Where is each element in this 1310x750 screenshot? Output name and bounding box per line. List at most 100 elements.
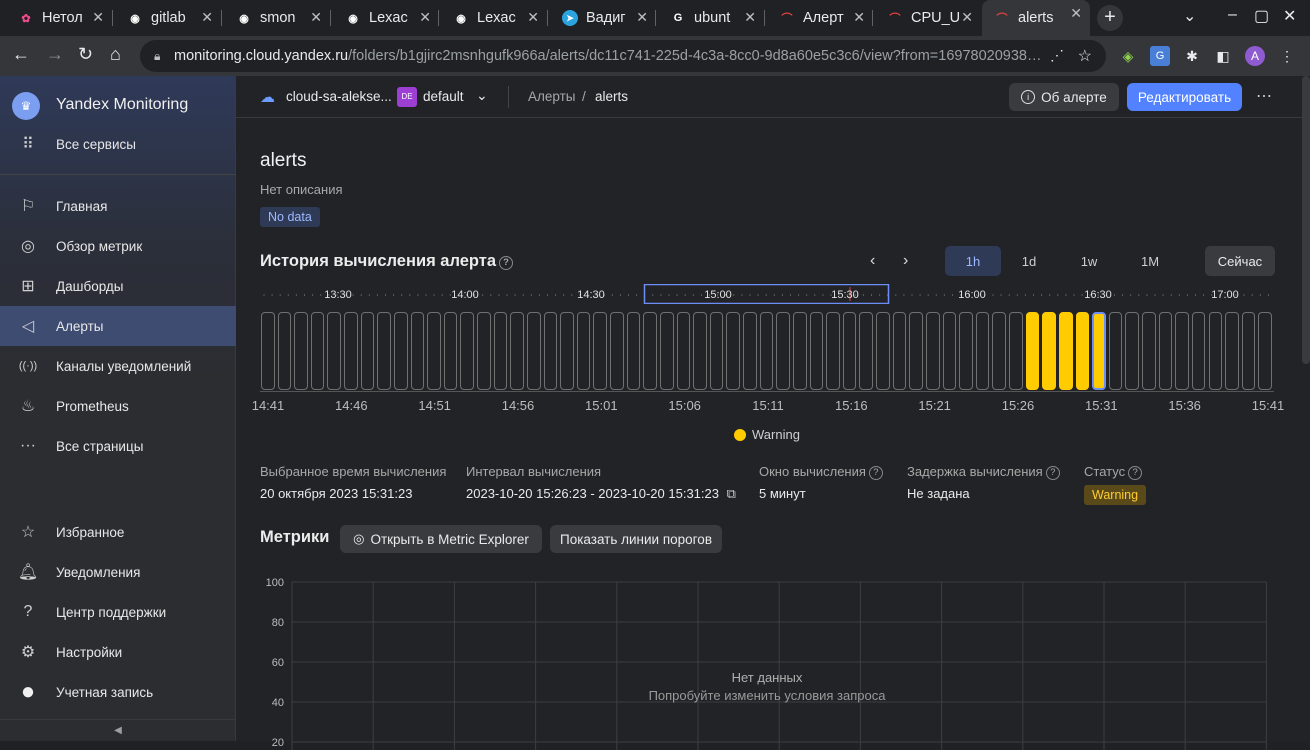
history-bar[interactable] [859, 312, 874, 390]
close-tab-icon[interactable]: ✕ [744, 9, 756, 26]
history-bar[interactable] [1058, 312, 1073, 390]
browser-tab[interactable]: ◉ Lexac ✕ [333, 4, 439, 32]
home-icon[interactable]: ⌂ [110, 44, 121, 65]
history-bar[interactable] [427, 312, 441, 390]
help-icon[interactable]: ? [868, 466, 883, 480]
close-window-icon[interactable]: ✕ [1283, 6, 1296, 26]
history-bar[interactable] [294, 312, 308, 390]
history-bar[interactable] [526, 312, 541, 390]
history-bar[interactable] [826, 312, 840, 390]
browser-tab[interactable]: ◉ gitlab ✕ [115, 4, 221, 32]
range-1w[interactable]: 1w [1061, 246, 1117, 276]
about-alert-button[interactable]: i Об алерте [1009, 83, 1119, 111]
close-tab-icon[interactable]: ✕ [1070, 5, 1082, 22]
sidebar-item[interactable]: ◎ Обзор метрик [0, 226, 236, 266]
history-bar[interactable] [1208, 312, 1223, 390]
sidebar-item[interactable]: ? Центр поддержки [0, 592, 236, 632]
minimize-icon[interactable]: – [1228, 6, 1237, 24]
help-icon[interactable]: ? [499, 256, 514, 270]
history-bar[interactable] [543, 312, 558, 390]
browser-tab[interactable]: ➤ Вадиг ✕ [550, 4, 656, 32]
history-bar[interactable] [393, 312, 408, 390]
history-bar[interactable] [959, 312, 973, 390]
close-tab-icon[interactable]: ✕ [201, 9, 213, 26]
history-bar[interactable] [360, 312, 375, 390]
new-tab-button[interactable]: + [1097, 5, 1123, 31]
history-bar[interactable] [626, 312, 641, 390]
close-tab-icon[interactable]: ✕ [527, 9, 539, 26]
browser-tab[interactable]: ⌒ Алерт ✕ [767, 4, 873, 32]
history-bar[interactable] [693, 312, 707, 390]
sidebar-item[interactable]: 🔔︎ Уведомления [0, 552, 236, 592]
sidebar-item[interactable]: ⚙ Настройки [0, 632, 236, 672]
history-bar[interactable] [576, 312, 591, 390]
history-bar[interactable] [925, 312, 940, 390]
history-bar[interactable] [709, 312, 724, 390]
history-bar[interactable] [1142, 312, 1156, 390]
cloud-selector[interactable]: cloud-sa-alekse... [286, 89, 392, 104]
history-bar[interactable] [327, 312, 342, 390]
history-bar[interactable] [593, 312, 608, 390]
range-1d[interactable]: 1d [1001, 246, 1057, 276]
history-bar[interactable] [1025, 312, 1040, 390]
history-bar[interactable] [792, 312, 807, 390]
history-bar[interactable] [1175, 312, 1189, 390]
now-button[interactable]: Сейчас [1205, 246, 1275, 276]
history-bars[interactable] [260, 310, 1274, 392]
show-thresholds-button[interactable]: Показать линии порогов [550, 525, 722, 553]
breadcrumb-alerts[interactable]: Алерты [528, 89, 576, 104]
history-bar[interactable] [726, 312, 741, 390]
history-bar[interactable] [1009, 312, 1023, 390]
share-icon[interactable]: ⋰ [1050, 47, 1064, 64]
history-bar[interactable] [743, 312, 757, 390]
browser-tab[interactable]: ⌒ CPU_U ✕ [875, 4, 981, 32]
history-bar[interactable] [1191, 312, 1206, 390]
range-1M[interactable]: 1M [1122, 246, 1178, 276]
history-bar[interactable] [759, 312, 774, 390]
sidebar-item[interactable]: ◁ Алерты [0, 306, 236, 346]
history-bar[interactable] [892, 312, 907, 390]
close-tab-icon[interactable]: ✕ [310, 9, 322, 26]
history-bar[interactable] [560, 312, 574, 390]
history-bar[interactable] [344, 312, 358, 390]
tab-search-icon[interactable]: ⌄ [1183, 6, 1196, 26]
extensions-puzzle-icon[interactable]: ✱ [1182, 46, 1202, 66]
browser-menu-icon[interactable]: ⋮ [1277, 46, 1297, 66]
sidebar-item[interactable]: ··· Все страницы [0, 426, 236, 466]
maximize-icon[interactable]: ▢ [1254, 6, 1269, 26]
next-period-icon[interactable]: › [903, 252, 908, 270]
reload-icon[interactable]: ↻ [78, 44, 93, 65]
history-bar[interactable] [1225, 312, 1239, 390]
history-bar[interactable] [992, 312, 1007, 390]
more-actions-icon[interactable]: ⋯ [1256, 86, 1272, 106]
sidebar-collapse-button[interactable]: ◀ [0, 719, 236, 741]
history-bar[interactable] [909, 312, 923, 390]
folder-selector[interactable]: default [423, 89, 464, 104]
history-bar[interactable] [1241, 312, 1256, 390]
range-1h[interactable]: 1h [945, 246, 1001, 276]
browser-tab[interactable]: ⌒ alerts ✕ [982, 0, 1090, 36]
metrics-graph[interactable]: 10080604020 [260, 570, 1270, 750]
close-tab-icon[interactable]: ✕ [92, 9, 104, 26]
sidebar-item[interactable]: ⚐ Главная [0, 186, 236, 226]
history-bar[interactable] [493, 312, 508, 390]
sidebar-item[interactable]: ⠿ Все сервисы [0, 124, 236, 164]
scrollbar[interactable] [1302, 76, 1310, 364]
history-bar[interactable] [277, 312, 292, 390]
close-tab-icon[interactable]: ✕ [961, 9, 973, 26]
history-bar[interactable] [643, 312, 657, 390]
history-bar[interactable] [443, 312, 458, 390]
history-bar[interactable] [1075, 312, 1090, 390]
browser-tab[interactable]: ◉ Lexac ✕ [441, 4, 547, 32]
sidebar-item[interactable]: ● Учетная запись [0, 672, 236, 712]
history-bar[interactable] [1092, 312, 1106, 390]
side-panel-icon[interactable]: ◧ [1213, 46, 1233, 66]
browser-tab[interactable]: ✿ Нетол ✕ [6, 4, 112, 32]
open-metric-explorer-button[interactable]: ◎ Открыть в Metric Explorer [340, 525, 542, 553]
browser-tab[interactable]: ◉ smon ✕ [224, 4, 330, 32]
history-bar[interactable] [842, 312, 857, 390]
sidebar-item[interactable]: ((·)) Каналы уведомлений [0, 346, 236, 386]
copy-icon[interactable]: ⧉ [727, 486, 736, 501]
close-tab-icon[interactable]: ✕ [853, 9, 865, 26]
prev-period-icon[interactable]: ‹ [870, 252, 875, 270]
